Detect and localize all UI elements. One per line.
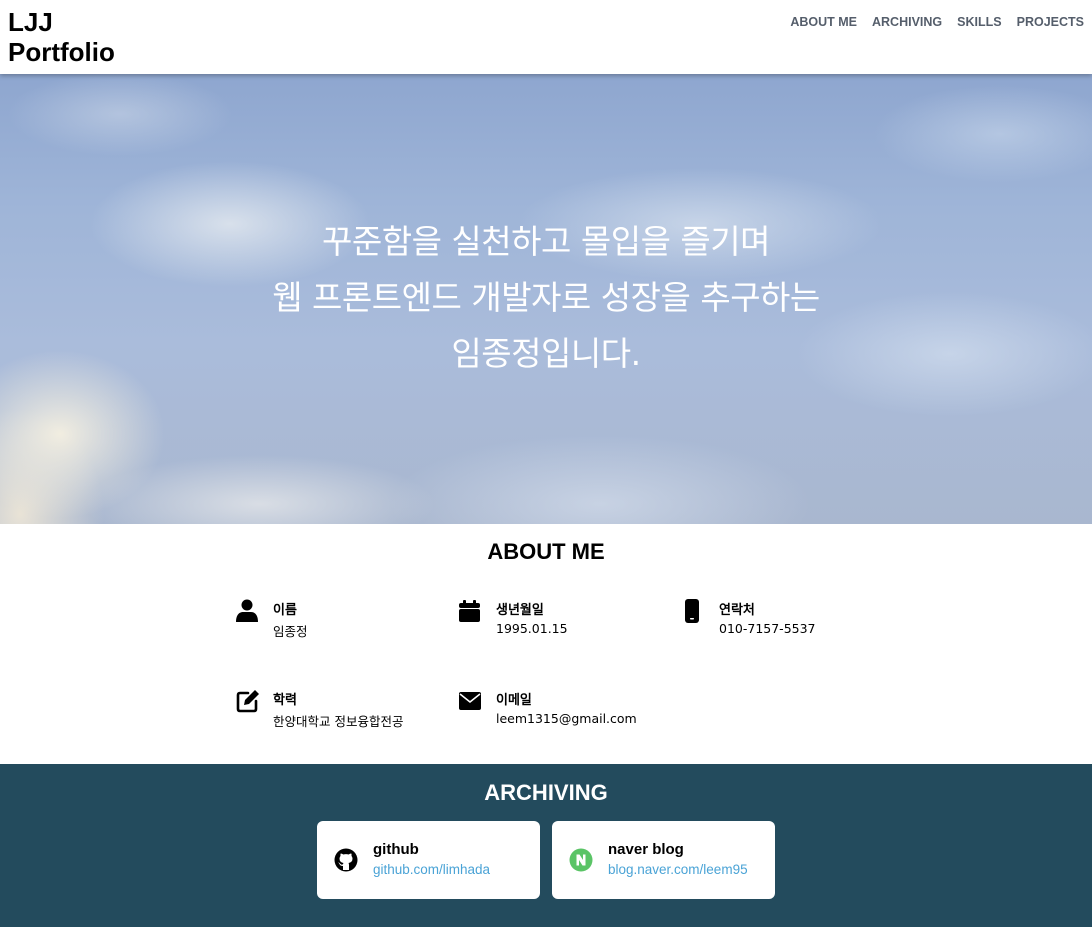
nav-about-me[interactable]: ABOUT ME bbox=[790, 15, 857, 29]
user-icon bbox=[236, 599, 258, 622]
info-label: 생년월일 bbox=[496, 603, 544, 618]
card-title: github bbox=[373, 841, 419, 858]
info-value: 1995.01.15 bbox=[496, 621, 568, 636]
card-link[interactable]: github.com/limhada bbox=[373, 862, 490, 877]
info-contact: 연락처 010-7157-5537 bbox=[682, 599, 892, 649]
github-icon bbox=[334, 848, 358, 872]
naver-icon bbox=[569, 848, 593, 872]
site-logo[interactable]: LJJ Portfolio bbox=[8, 7, 115, 67]
edit-icon bbox=[236, 690, 259, 713]
calendar-icon bbox=[459, 600, 480, 622]
info-email: 이메일 leem1315@gmail.com bbox=[459, 689, 669, 739]
info-label: 이메일 bbox=[496, 693, 532, 708]
info-value: leem1315@gmail.com bbox=[496, 711, 637, 726]
card-link[interactable]: blog.naver.com/leem95 bbox=[608, 862, 748, 877]
info-name: 이름 임종정 bbox=[236, 599, 446, 649]
hero-line-2: 웹 프론트엔드 개발자로 성장을 추구하는 bbox=[272, 278, 820, 317]
nav-skills[interactable]: SKILLS bbox=[957, 15, 1001, 29]
info-label: 학력 bbox=[273, 693, 297, 708]
info-value: 010-7157-5537 bbox=[719, 621, 816, 636]
phone-icon bbox=[685, 599, 699, 623]
info-education: 학력 한양대학교 정보융합전공 bbox=[236, 689, 446, 739]
hero-text: 꾸준함을 실천하고 몰입을 즐기며 웹 프론트엔드 개발자로 성장을 추구하는 … bbox=[0, 214, 1092, 382]
info-value: 한양대학교 정보융합전공 bbox=[273, 714, 404, 729]
hero-line-1: 꾸준함을 실천하고 몰입을 즐기며 bbox=[321, 222, 771, 261]
envelope-icon bbox=[459, 692, 481, 710]
card-naver-blog[interactable]: naver blog blog.naver.com/leem95 bbox=[552, 821, 775, 899]
site-header: LJJ Portfolio ABOUT ME ARCHIVING SKILLS … bbox=[0, 0, 1092, 74]
hero-section: 꾸준함을 실천하고 몰입을 즐기며 웹 프론트엔드 개발자로 성장을 추구하는 … bbox=[0, 74, 1092, 524]
info-birthdate: 생년월일 1995.01.15 bbox=[459, 599, 669, 649]
info-label: 이름 bbox=[273, 603, 297, 618]
archiving-section: ARCHIVING github github.com/limhada nave… bbox=[0, 764, 1092, 927]
card-title: naver blog bbox=[608, 841, 684, 858]
main-nav: ABOUT ME ARCHIVING SKILLS PROJECTS bbox=[790, 15, 1084, 29]
card-github[interactable]: github github.com/limhada bbox=[317, 821, 540, 899]
info-value: 임종정 bbox=[273, 624, 308, 639]
logo-line-2: Portfolio bbox=[8, 37, 115, 67]
nav-projects[interactable]: PROJECTS bbox=[1017, 15, 1084, 29]
hero-line-3: 임종정입니다. bbox=[451, 334, 641, 373]
info-label: 연락처 bbox=[719, 603, 755, 618]
about-title: ABOUT ME bbox=[487, 539, 605, 564]
archiving-title: ARCHIVING bbox=[484, 780, 608, 805]
logo-line-1: LJJ bbox=[8, 7, 53, 37]
nav-archiving[interactable]: ARCHIVING bbox=[872, 15, 942, 29]
